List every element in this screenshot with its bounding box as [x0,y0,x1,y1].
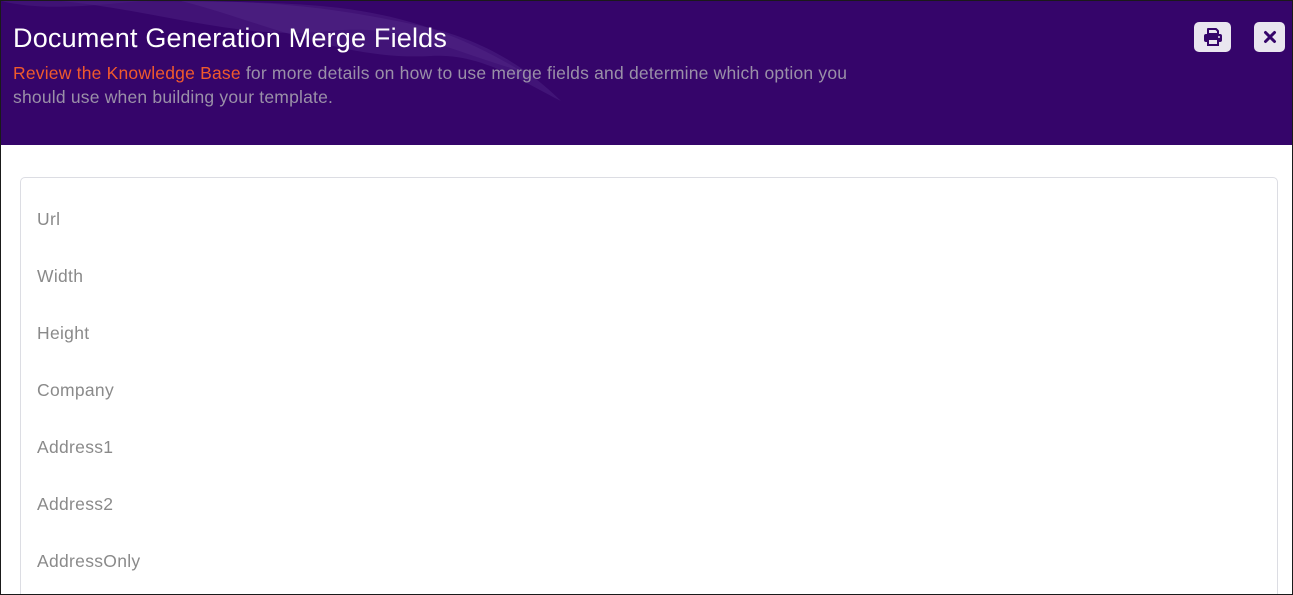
merge-field-item[interactable]: Url [21,209,1277,266]
merge-field-item[interactable]: AddressOnly [21,551,1277,594]
close-button[interactable] [1254,22,1285,52]
merge-field-item[interactable]: Address1 [21,437,1277,494]
printer-icon [1203,28,1222,46]
merge-field-item[interactable]: Height [21,323,1277,380]
knowledge-base-link[interactable]: Review the Knowledge Base [13,63,241,83]
merge-fields-panel: Url Width Height Company Address1 Addres… [20,177,1278,594]
merge-field-item[interactable]: Company [21,380,1277,437]
merge-fields-dialog: Document Generation Merge Fields Review … [0,0,1293,595]
close-icon [1263,31,1276,43]
dialog-description: Review the Knowledge Base for more detai… [13,61,853,109]
merge-field-list: Url Width Height Company Address1 Addres… [21,178,1277,594]
print-button[interactable] [1194,22,1231,52]
merge-field-item[interactable]: Address2 [21,494,1277,551]
dialog-title: Document Generation Merge Fields [13,23,448,53]
merge-field-item[interactable]: Width [21,266,1277,323]
dialog-header: Document Generation Merge Fields Review … [1,1,1292,145]
